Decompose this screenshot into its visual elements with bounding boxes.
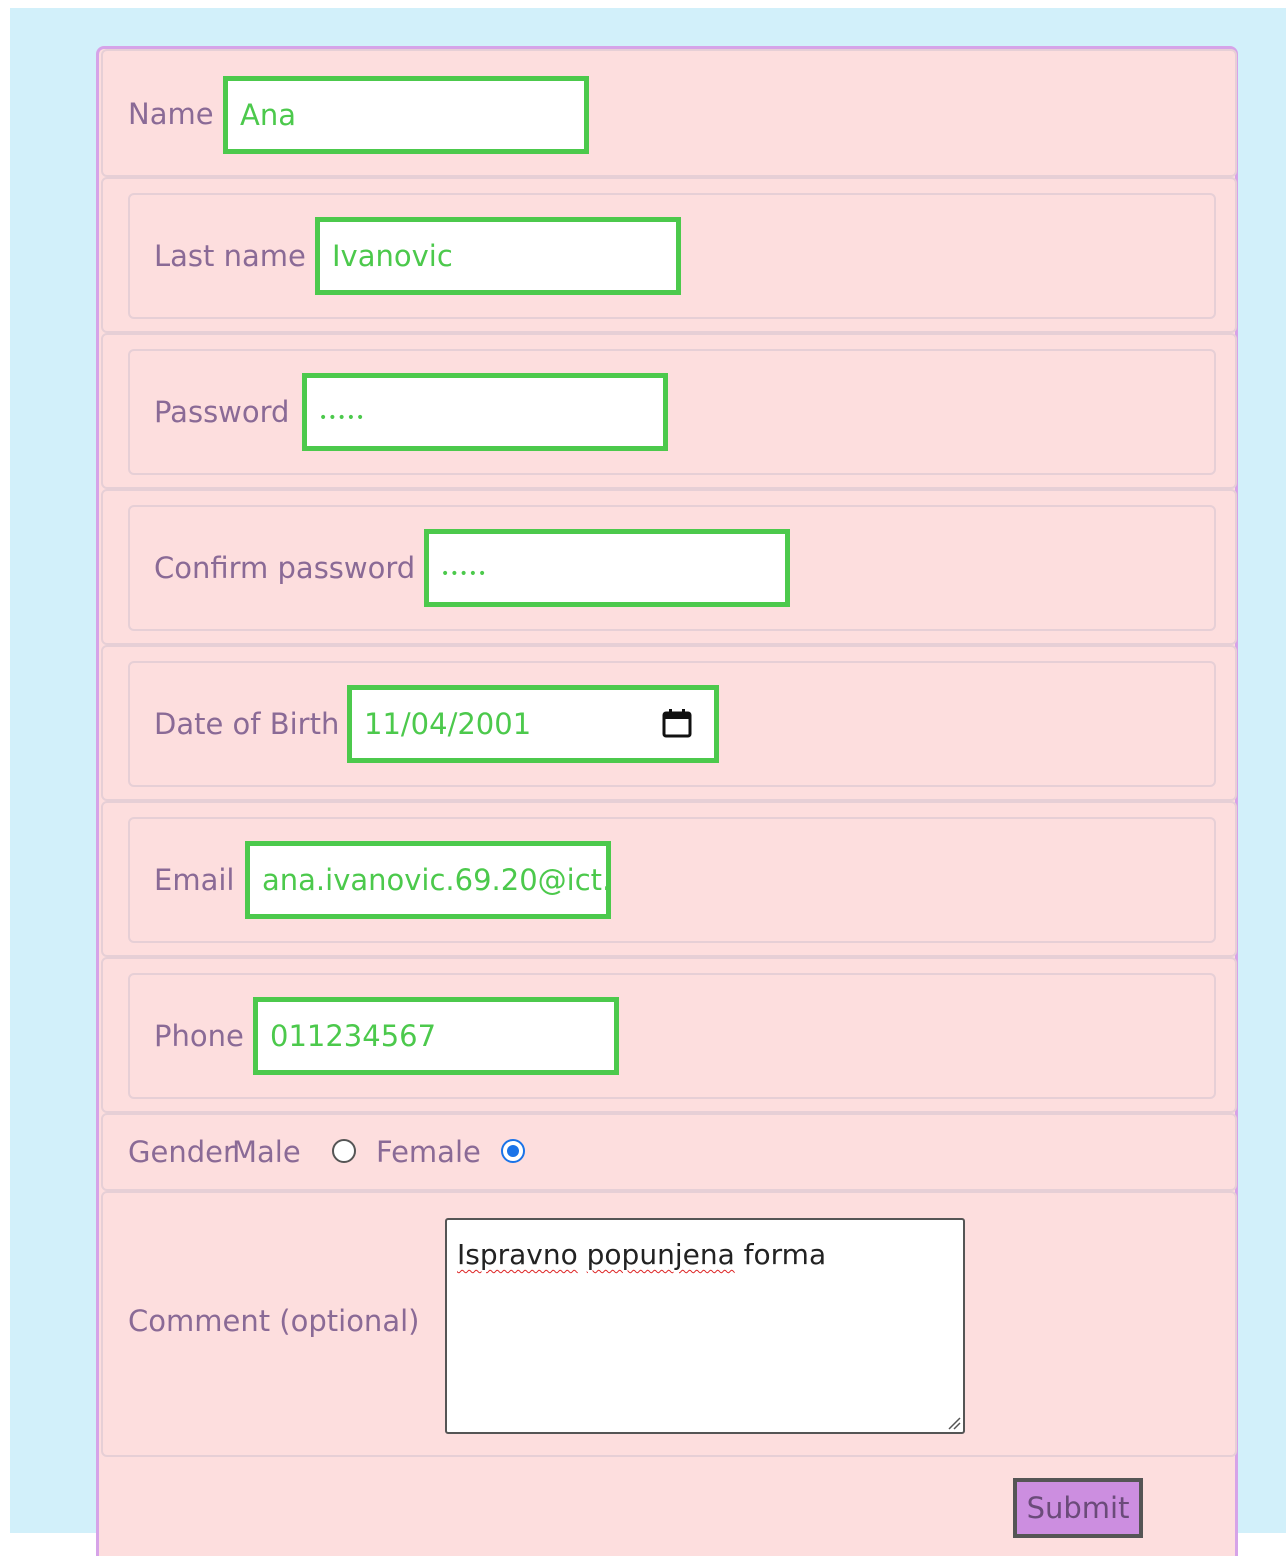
password-fieldset: Password ••••• bbox=[128, 349, 1216, 475]
name-row: Name Ana bbox=[101, 49, 1237, 177]
submit-button[interactable]: Submit bbox=[1013, 1478, 1143, 1538]
dob-row: Date of Birth 11/04/2001 bbox=[101, 645, 1237, 801]
confirm-password-masked-value: ••••• bbox=[441, 566, 488, 582]
comment-word: forma bbox=[743, 1238, 827, 1271]
dob-label: Date of Birth bbox=[154, 707, 340, 741]
dob-value: 11/04/2001 bbox=[364, 707, 532, 741]
gender-female-label: Female bbox=[376, 1135, 481, 1169]
email-input[interactable]: ana.ivanovic.69.20@ict.edu.rs bbox=[245, 841, 611, 919]
phone-input[interactable]: 011234567 bbox=[253, 997, 619, 1075]
comment-textarea[interactable]: Ispravno popunjena forma bbox=[445, 1218, 965, 1434]
confirm-password-label: Confirm password bbox=[154, 551, 416, 585]
phone-label: Phone bbox=[154, 1019, 244, 1053]
gender-row: Gender Male Female bbox=[101, 1113, 1237, 1191]
comment-word-misspelled-1: Ispravno bbox=[457, 1238, 578, 1271]
confirm-password-fieldset: Confirm password ••••• bbox=[128, 505, 1216, 631]
password-row: Password ••••• bbox=[101, 333, 1237, 489]
comment-label: Comment (optional) bbox=[128, 1304, 420, 1338]
last-name-label: Last name bbox=[154, 239, 306, 273]
name-input[interactable]: Ana bbox=[223, 76, 589, 154]
gender-male-radio[interactable] bbox=[332, 1139, 356, 1163]
phone-row: Phone 011234567 bbox=[101, 957, 1237, 1113]
resize-handle-icon[interactable] bbox=[945, 1414, 961, 1430]
last-name-row: Last name Ivanovic bbox=[101, 177, 1237, 333]
password-label: Password bbox=[154, 395, 290, 429]
name-label: Name bbox=[128, 97, 214, 131]
phone-fieldset: Phone 011234567 bbox=[128, 973, 1216, 1099]
last-name-fieldset: Last name Ivanovic bbox=[128, 193, 1216, 319]
last-name-input[interactable]: Ivanovic bbox=[315, 217, 681, 295]
email-label: Email bbox=[154, 863, 235, 897]
registration-form: Name Ana Last name Ivanovic Password •••… bbox=[96, 46, 1238, 1556]
gender-male-label: Male bbox=[232, 1135, 301, 1169]
email-fieldset: Email ana.ivanovic.69.20@ict.edu.rs bbox=[128, 817, 1216, 943]
confirm-password-row: Confirm password ••••• bbox=[101, 489, 1237, 645]
calendar-icon[interactable] bbox=[662, 708, 692, 738]
dob-input[interactable]: 11/04/2001 bbox=[347, 685, 719, 763]
password-masked-value: ••••• bbox=[319, 410, 366, 426]
email-row: Email ana.ivanovic.69.20@ict.edu.rs bbox=[101, 801, 1237, 957]
dob-fieldset: Date of Birth 11/04/2001 bbox=[128, 661, 1216, 787]
gender-female-radio[interactable] bbox=[501, 1139, 525, 1163]
gender-label: Gender bbox=[128, 1135, 235, 1169]
confirm-password-input[interactable]: ••••• bbox=[424, 529, 790, 607]
comment-word-misspelled-2: popunjena bbox=[586, 1238, 735, 1271]
page-background: Name Ana Last name Ivanovic Password •••… bbox=[10, 8, 1286, 1556]
password-input[interactable]: ••••• bbox=[302, 373, 668, 451]
